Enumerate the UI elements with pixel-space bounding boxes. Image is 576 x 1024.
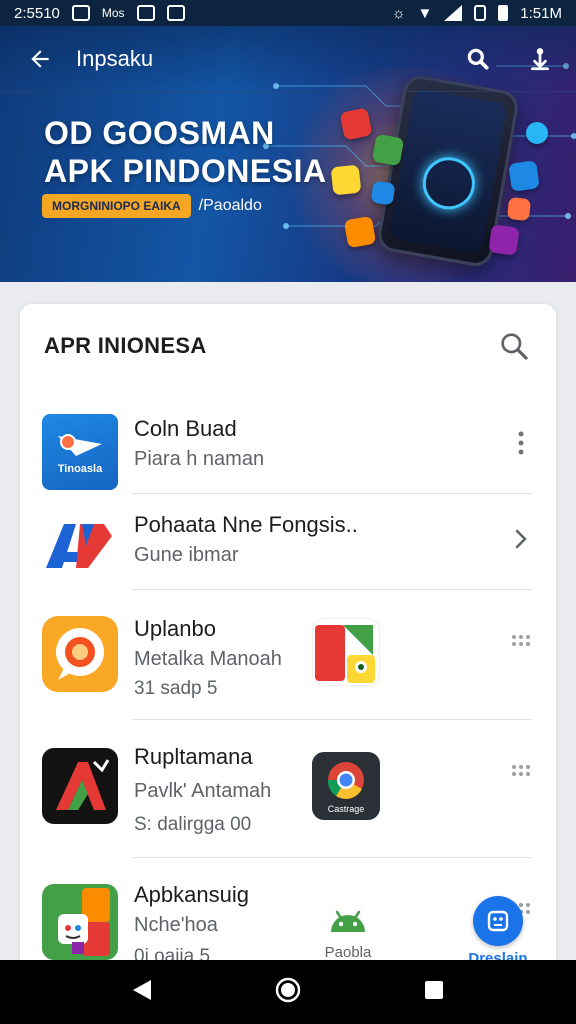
battery-icon xyxy=(498,5,509,21)
app-name: Coln Buad xyxy=(134,416,237,441)
app-tile-icon xyxy=(330,164,362,196)
list-item[interactable]: Rupltamana Pavlk' Antamah S: dalirgga 00… xyxy=(20,720,556,858)
hero-banner: Inpsaku OD GOOSMAN APK PINDONESIA MORGNI… xyxy=(0,26,576,282)
status-mini-label: Mos xyxy=(101,6,125,20)
headline-line-1: OD GOOSMAN xyxy=(44,115,275,151)
apps-grid-icon xyxy=(473,896,523,946)
signal-icon xyxy=(444,5,463,21)
more-vert-icon xyxy=(518,431,524,455)
dreslain-button[interactable]: Dreslain xyxy=(456,896,540,967)
home-circle-icon xyxy=(275,977,301,1002)
app-tile-icon xyxy=(508,160,540,192)
status-bar: 2:5510 Mos ☼ ▼ 1:51M xyxy=(0,0,576,26)
app-icon xyxy=(42,506,118,582)
paobla-button[interactable]: Paobla xyxy=(308,904,388,961)
card-search-button[interactable] xyxy=(496,328,532,364)
chrome-icon: Castrage xyxy=(328,762,365,814)
cast-icon xyxy=(166,5,185,21)
more-options-button[interactable] xyxy=(506,428,536,458)
back-nav-button[interactable] xyxy=(131,978,153,1007)
download-icon xyxy=(531,47,549,70)
drag-dots-icon xyxy=(512,635,530,646)
app-icon xyxy=(42,884,118,960)
download-button[interactable] xyxy=(524,43,556,75)
app-bar: Inpsaku xyxy=(0,26,576,92)
app-tile-icon xyxy=(526,122,548,144)
status-time: 2:5510 xyxy=(14,4,60,22)
app-icon-label: Tinoasla xyxy=(58,463,103,475)
side-icon-label: Castrage xyxy=(328,804,365,814)
app-name: Pohaata Nne Fongsis.. xyxy=(134,512,358,537)
chat-bubble-icon xyxy=(56,628,104,680)
square-recents-icon xyxy=(425,980,443,999)
app-tile-icon xyxy=(488,224,520,256)
app-tile-icon xyxy=(370,180,396,206)
app-meta: S: dalirgga 00 xyxy=(134,814,252,835)
app-list-card: APR INIONESA Tinoasla Coln Buad Piara h … xyxy=(20,304,556,984)
card-title: APR INIONESA xyxy=(44,333,207,358)
home-nav-button[interactable] xyxy=(275,977,301,1008)
vibrate-icon xyxy=(474,5,487,21)
drag-dots-icon xyxy=(512,765,530,776)
photo-collage-icon xyxy=(58,888,110,956)
card-header: APR INIONESA xyxy=(20,304,556,388)
play-logo-icon xyxy=(315,625,375,683)
app-tile-icon xyxy=(371,133,405,167)
app-icon xyxy=(42,616,118,692)
wifi-icon: ▼ xyxy=(417,4,433,22)
app-icon: Tinoasla xyxy=(42,414,118,490)
search-icon xyxy=(501,333,528,360)
list-item[interactable]: Uplanbo Metalka Manoah 31 sadp 5 xyxy=(20,590,556,720)
system-nav-bar xyxy=(0,960,576,1024)
back-button[interactable] xyxy=(20,39,60,79)
search-icon xyxy=(467,48,489,70)
headline-line-2: APK PINDONESIA xyxy=(44,153,327,189)
triangle-back-icon xyxy=(133,979,151,1000)
app-name: Apbkansuig xyxy=(134,882,249,907)
app-tile-icon xyxy=(506,196,532,222)
app-subtitle: Metalka Manoah xyxy=(134,648,282,670)
banner-badge-row: MORGNINIOPO EAIKA /Paoaldo xyxy=(42,194,262,218)
play-tinoasla-icon: Tinoasla xyxy=(58,434,103,475)
banner-headline: OD GOOSMAN APK PINDONESIA xyxy=(44,114,327,190)
chevron-right-icon xyxy=(515,529,527,549)
app-subtitle: Pavlk' Antamah xyxy=(134,780,272,802)
status-clock-right: 1:51M xyxy=(520,4,562,22)
arrow-left-icon xyxy=(31,49,49,68)
phone-screen xyxy=(388,87,508,255)
search-button[interactable] xyxy=(462,43,494,75)
paobla-label: Paobla xyxy=(324,944,372,961)
app-subtitle: Nche'hoa xyxy=(134,914,218,936)
message-icon xyxy=(136,5,155,21)
banner-badge[interactable]: MORGNINIOPO EAIKA xyxy=(42,194,191,218)
list-item[interactable]: Pohaata Nne Fongsis.. Gune ibmar xyxy=(20,494,556,590)
alarm-icon: ☼ xyxy=(391,4,406,22)
ap-logo-icon xyxy=(46,524,112,568)
notification-icon xyxy=(71,5,90,21)
app-tile-icon xyxy=(343,215,377,249)
list-item[interactable]: Tinoasla Coln Buad Piara h naman xyxy=(20,392,556,494)
drag-handle[interactable] xyxy=(506,626,536,656)
play-store-icon xyxy=(312,618,380,686)
recents-nav-button[interactable] xyxy=(423,979,445,1006)
arrow-a-icon xyxy=(56,759,110,810)
chrome-tile: Castrage xyxy=(312,752,380,820)
app-title: Inpsaku xyxy=(76,45,154,71)
app-subtitle: Gune ibmar xyxy=(134,544,239,566)
banner-badge-sub: /Paoaldo xyxy=(198,197,262,214)
app-tile-icon xyxy=(339,107,373,141)
app-name: Rupltamana xyxy=(134,744,253,769)
play-ring-icon xyxy=(418,153,479,214)
app-name: Uplanbo xyxy=(134,616,216,641)
app-icon xyxy=(42,748,118,824)
app-subtitle: Piara h naman xyxy=(134,448,265,470)
open-button[interactable] xyxy=(506,524,536,554)
drag-handle[interactable] xyxy=(506,756,536,786)
android-icon xyxy=(331,910,365,932)
app-meta: 31 sadp 5 xyxy=(134,678,218,699)
